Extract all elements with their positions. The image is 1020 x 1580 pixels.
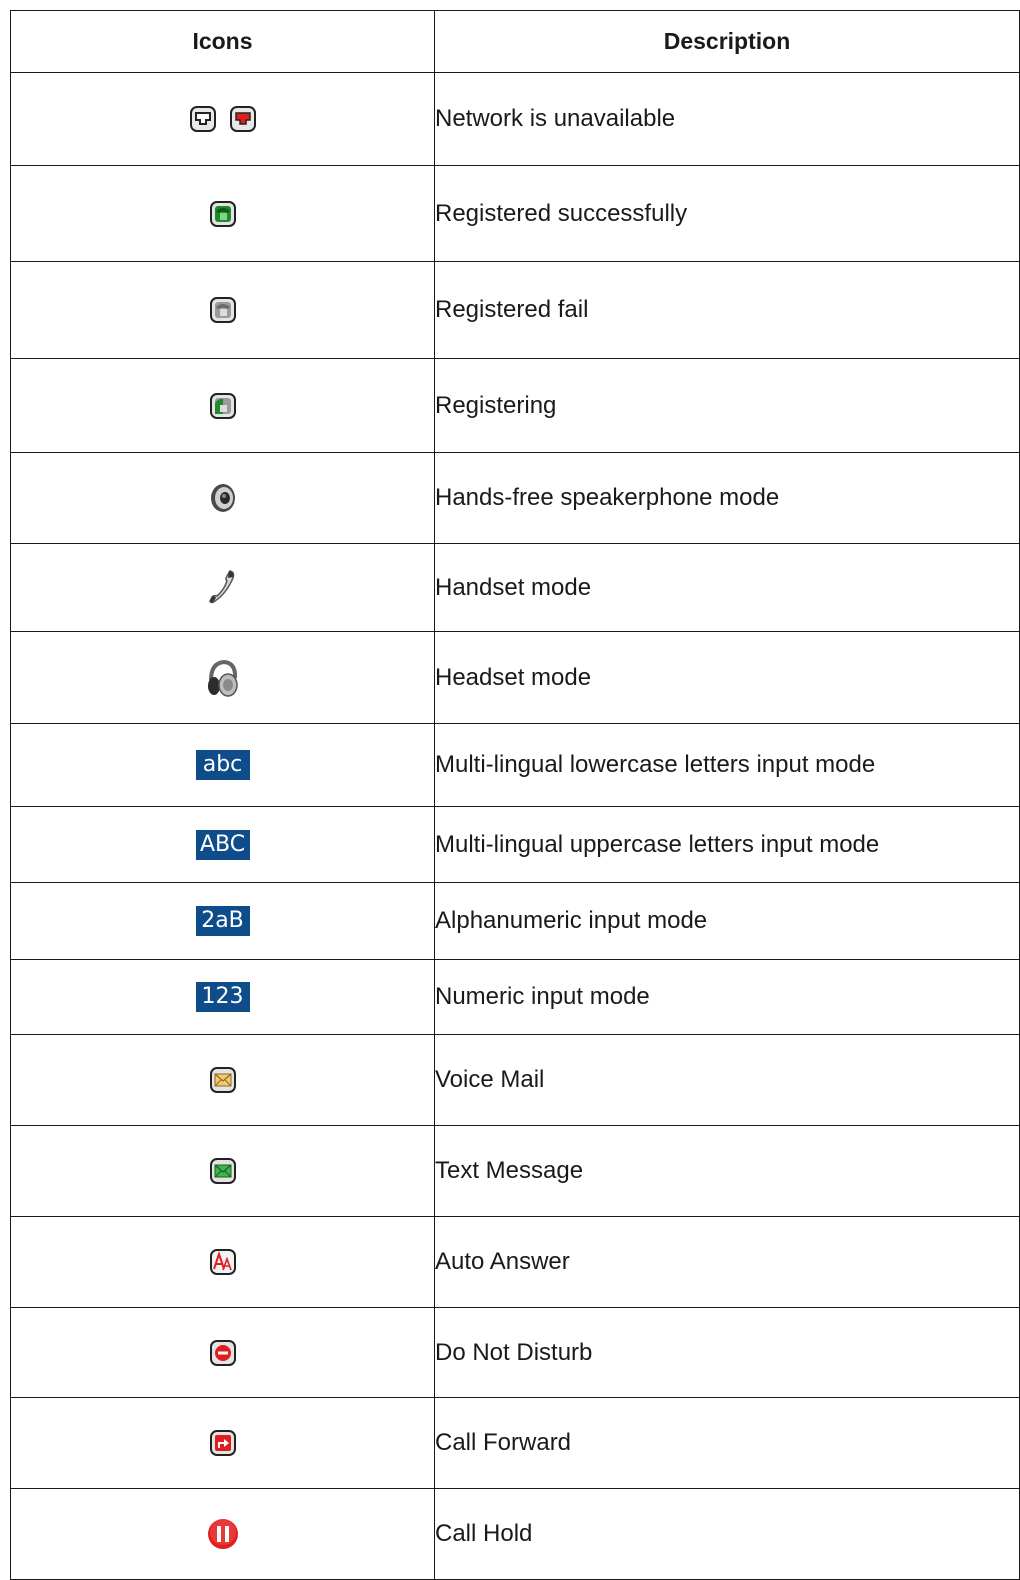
phone-registered-green-icon <box>209 200 236 227</box>
row-description: Text Message <box>434 1125 1020 1217</box>
header-icons: Icons <box>10 10 435 73</box>
input-mode-abc-icon: abc <box>195 750 250 780</box>
row-description: Multi-lingual uppercase letters input mo… <box>434 806 1020 883</box>
row-description: Network is unavailable <box>434 72 1020 166</box>
text-message-envelope-icon <box>209 1158 236 1184</box>
table-header-row: Icons Description <box>10 10 1020 73</box>
table-row: 2aB Alphanumeric input mode <box>10 882 1020 960</box>
row-description: Hands-free speakerphone mode <box>434 452 1020 544</box>
table-row: Hands-free speakerphone mode <box>10 452 1020 544</box>
row-description: Headset mode <box>434 631 1020 724</box>
table-row: Call Hold <box>10 1488 1020 1580</box>
row-description: Call Hold <box>434 1488 1020 1580</box>
table-row: Do Not Disturb <box>10 1307 1020 1398</box>
table-row: Voice Mail <box>10 1034 1020 1126</box>
row-description: Call Forward <box>434 1397 1020 1489</box>
row-description: Alphanumeric input mode <box>434 882 1020 960</box>
table-row: Auto Answer <box>10 1216 1020 1308</box>
call-hold-icon <box>206 1517 240 1551</box>
row-description: Do Not Disturb <box>434 1307 1020 1398</box>
row-description: Multi-lingual lowercase letters input mo… <box>434 723 1020 807</box>
do-not-disturb-icon <box>209 1339 236 1366</box>
table-row: 123 Numeric input mode <box>10 959 1020 1035</box>
status-icons-table: Icons Description Network is unavailable… <box>10 10 1020 1580</box>
table-row: Headset mode <box>10 631 1020 724</box>
table-row: Text Message <box>10 1125 1020 1217</box>
row-description: Registered fail <box>434 261 1020 359</box>
table-row: abc Multi-lingual lowercase letters inpu… <box>10 723 1020 807</box>
headset-icon <box>206 658 240 698</box>
table-row: Registered fail <box>10 261 1020 359</box>
table-row: Registered successfully <box>10 165 1020 262</box>
row-description: Registered successfully <box>434 165 1020 262</box>
row-description: Registering <box>434 358 1020 453</box>
network-unavailable-red-icon <box>229 106 256 132</box>
voice-mail-envelope-icon <box>209 1067 236 1093</box>
speaker-icon <box>208 482 238 514</box>
table-row: Call Forward <box>10 1397 1020 1489</box>
phone-registering-icon <box>209 392 236 419</box>
phone-register-fail-gray-icon <box>209 297 236 323</box>
table-row: Handset mode <box>10 543 1020 632</box>
table-row: Registering <box>10 358 1020 453</box>
auto-answer-icon <box>209 1249 236 1275</box>
table-row: Network is unavailable <box>10 72 1020 166</box>
row-description: Auto Answer <box>434 1216 1020 1308</box>
table-row: ABC Multi-lingual uppercase letters inpu… <box>10 806 1020 883</box>
network-unavailable-outline-icon <box>189 106 216 132</box>
header-description: Description <box>434 10 1020 73</box>
input-mode-2aB-icon: 2aB <box>195 906 250 936</box>
row-description: Voice Mail <box>434 1034 1020 1126</box>
input-mode-ABC-icon: ABC <box>195 829 250 860</box>
call-forward-icon <box>209 1430 236 1456</box>
row-description: Handset mode <box>434 543 1020 632</box>
handset-icon <box>208 568 238 608</box>
row-description: Numeric input mode <box>434 959 1020 1035</box>
input-mode-123-icon: 123 <box>195 982 250 1012</box>
